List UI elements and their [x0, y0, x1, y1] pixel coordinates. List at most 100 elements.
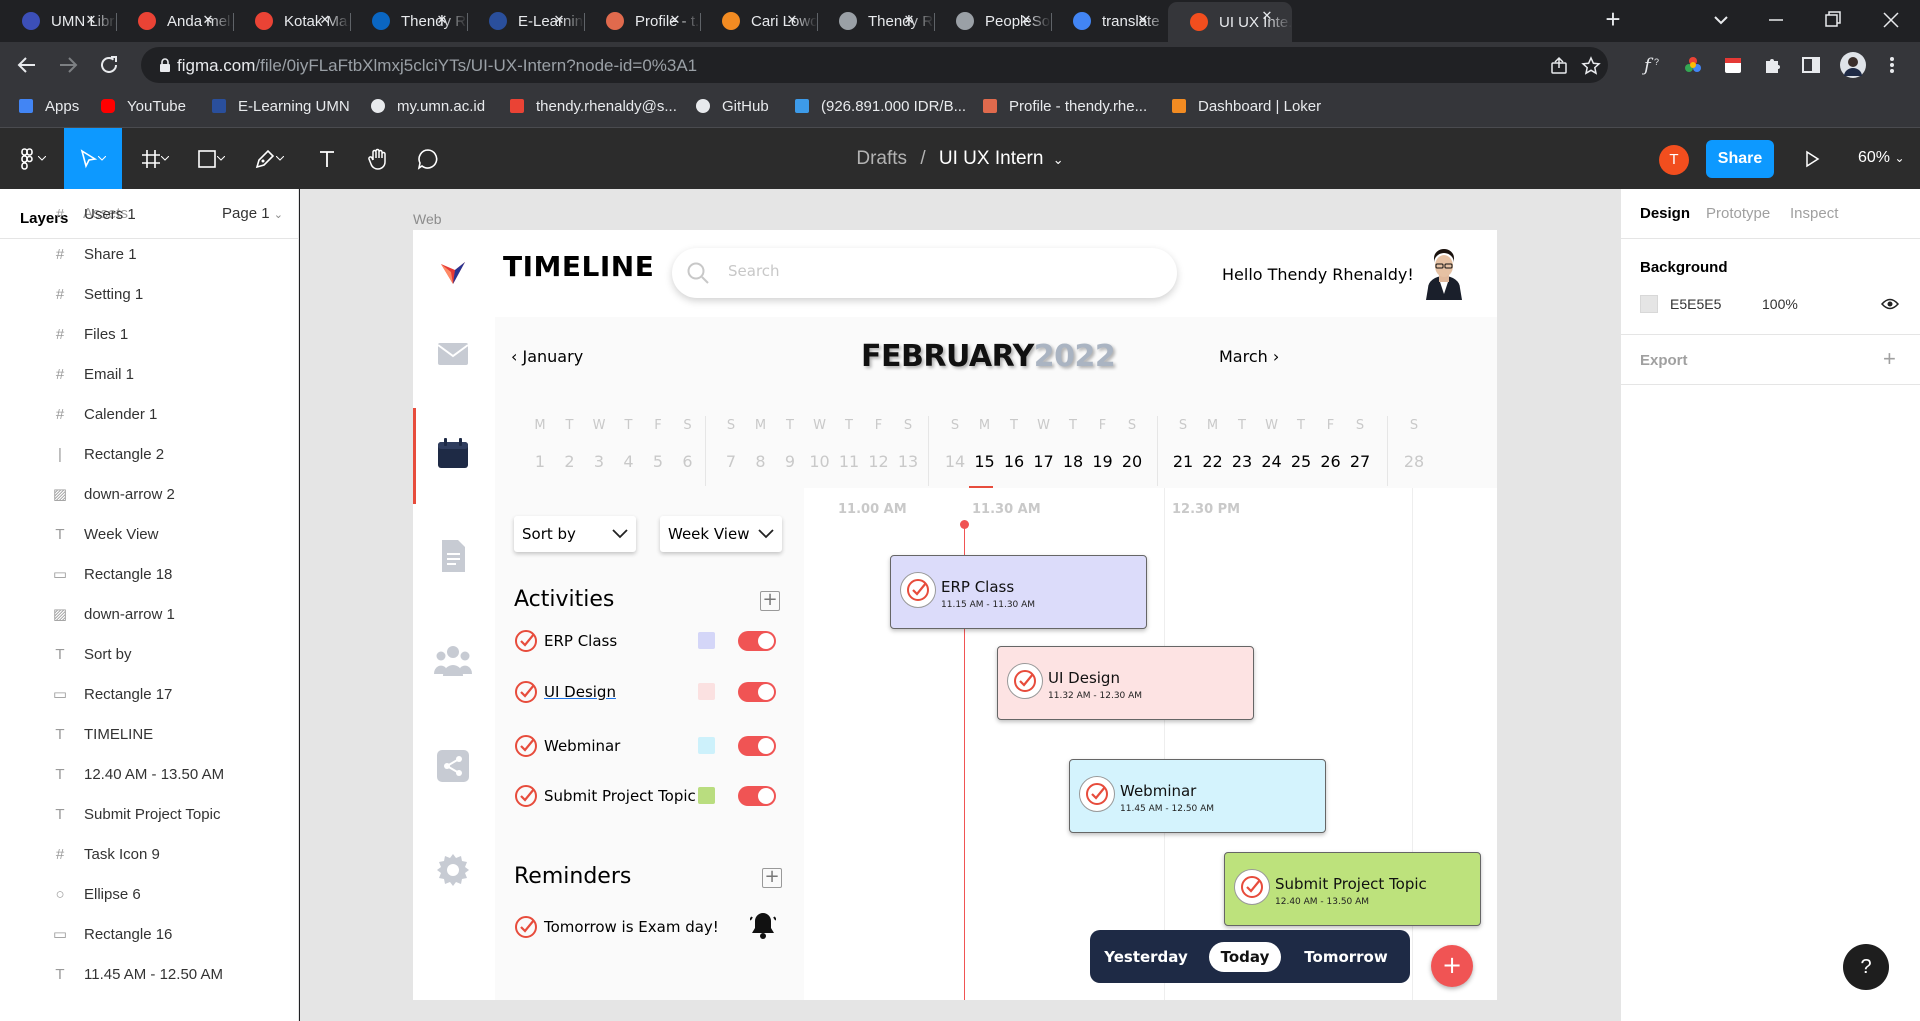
calendar-extension-icon[interactable]: [1723, 55, 1743, 75]
hand-tool-button[interactable]: [360, 128, 396, 189]
browser-tab[interactable]: UMN Library✕: [0, 6, 116, 36]
layer-row[interactable]: | Rectangle 2: [0, 434, 298, 474]
search-box[interactable]: [672, 248, 1177, 298]
extensions-puzzle-icon[interactable]: [1763, 55, 1783, 75]
address-bar[interactable]: figma.com/file/0iyFLaFtbXlmxj5clciYTs/UI…: [141, 47, 1608, 83]
check-circle-icon[interactable]: [1079, 776, 1115, 812]
eye-visibility-icon[interactable]: [1881, 297, 1899, 311]
check-circle-icon[interactable]: [514, 915, 538, 939]
background-color-swatch[interactable]: [1640, 295, 1658, 313]
web-frame[interactable]: TIMELINE Hello Thendy Rhenaldy! ‹ Januar…: [413, 230, 1497, 1000]
back-icon[interactable]: [15, 53, 39, 77]
event-card[interactable]: UI Design 11.32 AM - 12.30 AM: [997, 646, 1254, 720]
close-tab-icon[interactable]: ✕: [783, 11, 801, 29]
activity-color-swatch[interactable]: [698, 632, 715, 649]
new-tab-button[interactable]: +: [1601, 6, 1625, 32]
document-icon[interactable]: [435, 538, 471, 574]
close-tab-icon[interactable]: ✕: [316, 11, 334, 29]
text-tool-button[interactable]: [310, 128, 344, 189]
activity-toggle[interactable]: [738, 682, 776, 702]
bookmark-item[interactable]: my.umn.ac.id: [369, 97, 485, 115]
next-month-button[interactable]: March ›: [1219, 347, 1279, 366]
check-circle-icon[interactable]: [514, 629, 538, 653]
reminder-item[interactable]: Tomorrow is Exam day!: [514, 914, 719, 940]
check-circle-icon[interactable]: [514, 784, 538, 808]
bookmark-item[interactable]: Profile - thendy.rhe...: [981, 97, 1147, 115]
add-reminder-button[interactable]: +: [762, 868, 782, 888]
restore-icon[interactable]: [1818, 8, 1848, 32]
browser-tab[interactable]: E-Learnin...✕: [467, 6, 584, 36]
browser-menu-icon[interactable]: [1882, 55, 1902, 75]
activity-color-swatch[interactable]: [698, 787, 715, 804]
tab-prototype[interactable]: Prototype: [1706, 205, 1770, 222]
lock-icon[interactable]: [159, 57, 171, 73]
user-avatar[interactable]: [1420, 246, 1468, 300]
bookmark-item[interactable]: GitHub: [694, 97, 769, 115]
add-export-button[interactable]: +: [1883, 346, 1896, 372]
formula-extension-icon[interactable]: ƒ?: [1642, 53, 1664, 77]
layer-row[interactable]: # Share 1: [0, 234, 298, 274]
activity-toggle[interactable]: [738, 631, 776, 651]
tab-design[interactable]: Design: [1640, 205, 1690, 222]
previous-month-button[interactable]: ‹ January: [511, 347, 583, 366]
users-icon[interactable]: [433, 642, 473, 678]
layer-row[interactable]: # Setting 1: [0, 274, 298, 314]
minimize-icon[interactable]: [1761, 8, 1791, 32]
browser-tab[interactable]: Thendy R...✕: [817, 6, 934, 36]
layer-row[interactable]: T 12.40 AM - 13.50 AM: [0, 754, 298, 794]
forward-icon[interactable]: [56, 53, 80, 77]
browser-tab[interactable]: Anda mel...✕: [116, 6, 233, 36]
tab-inspect[interactable]: Inspect: [1790, 205, 1838, 222]
close-tab-icon[interactable]: ✕: [900, 11, 918, 29]
search-input[interactable]: [728, 262, 1128, 280]
tab-search-icon[interactable]: [1706, 8, 1736, 32]
activity-item[interactable]: Webminar: [514, 733, 620, 759]
bookmark-item[interactable]: (926.891.000 IDR/B...: [793, 97, 966, 115]
layer-row[interactable]: ▨ down-arrow 2: [0, 474, 298, 514]
browser-tab[interactable]: translate ✕: [1051, 6, 1168, 36]
layer-row[interactable]: # Users 1: [0, 194, 298, 234]
browser-tab[interactable]: UI UX Inte...✕: [1168, 2, 1292, 42]
bookmark-item[interactable]: YouTube: [99, 97, 186, 115]
bookmark-item[interactable]: E-Learning UMN: [210, 97, 350, 115]
activity-item[interactable]: Submit Project Topic: [514, 783, 696, 809]
shape-tool-button[interactable]: [188, 128, 234, 189]
close-window-icon[interactable]: [1876, 8, 1906, 32]
share-icon[interactable]: [435, 748, 471, 784]
browser-tab[interactable]: Thendy R...✕: [350, 6, 467, 36]
layer-row[interactable]: T Submit Project Topic: [0, 794, 298, 834]
close-tab-icon[interactable]: ✕: [199, 11, 217, 29]
event-card[interactable]: Webminar 11.45 AM - 12.50 AM: [1069, 759, 1326, 833]
week-view-dropdown[interactable]: Week View: [660, 516, 782, 552]
layer-row[interactable]: ○ Ellipse 6: [0, 874, 298, 914]
figma-main-menu-button[interactable]: [6, 128, 56, 189]
browser-tab[interactable]: Kotak Ma...✕: [233, 6, 350, 36]
reload-icon[interactable]: [97, 53, 121, 77]
layer-row[interactable]: # Files 1: [0, 314, 298, 354]
present-play-icon[interactable]: [1803, 150, 1821, 168]
bookmark-item[interactable]: Dashboard | Loker: [1170, 97, 1321, 115]
chevron-down-icon[interactable]: ⌄: [1053, 152, 1064, 167]
breadcrumb-drafts[interactable]: Drafts: [856, 148, 907, 169]
event-card[interactable]: Submit Project Topic 12.40 AM - 13.50 AM: [1224, 852, 1481, 926]
layer-row[interactable]: ▨ down-arrow 1: [0, 594, 298, 634]
check-circle-icon[interactable]: [1234, 869, 1270, 905]
activity-toggle[interactable]: [738, 786, 776, 806]
day-switch-yesterday[interactable]: Yesterday: [1102, 942, 1190, 972]
check-circle-icon[interactable]: [514, 680, 538, 704]
frame-label[interactable]: Web: [413, 211, 442, 227]
bell-icon[interactable]: [750, 911, 776, 939]
profile-avatar-icon[interactable]: [1840, 52, 1866, 78]
layer-row[interactable]: # Task Icon 9: [0, 834, 298, 874]
bookmark-star-icon[interactable]: [1581, 56, 1601, 76]
background-hex-input[interactable]: E5E5E5: [1670, 296, 1721, 312]
browser-tab[interactable]: PeopleSo...✕: [934, 6, 1051, 36]
browser-tab[interactable]: Cari Lowo...✕: [700, 6, 817, 36]
breadcrumb-file-name[interactable]: UI UX Intern: [939, 148, 1044, 169]
close-tab-icon[interactable]: ✕: [433, 11, 451, 29]
share-page-icon[interactable]: [1549, 56, 1569, 76]
move-tool-button[interactable]: [64, 128, 122, 189]
layer-row[interactable]: T Week View: [0, 514, 298, 554]
layer-row[interactable]: # Calender 1: [0, 394, 298, 434]
close-tab-icon[interactable]: ✕: [550, 11, 568, 29]
